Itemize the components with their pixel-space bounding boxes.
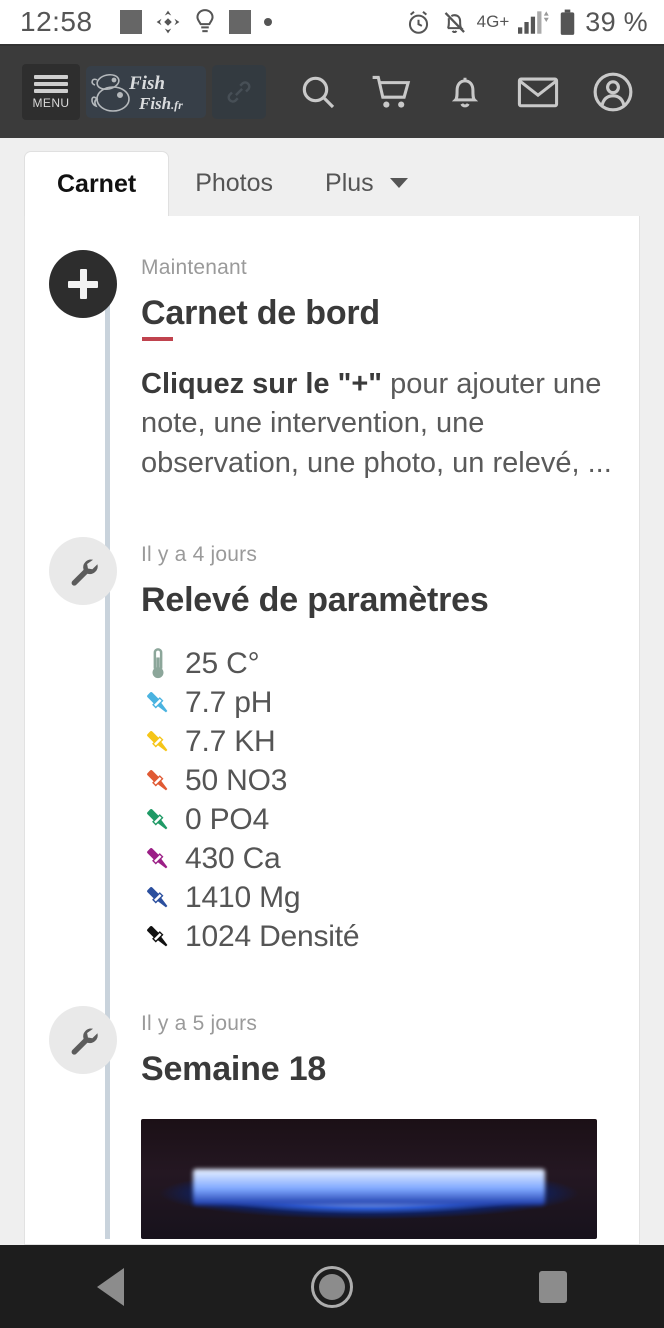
entry-title: Relevé de paramètres bbox=[141, 581, 489, 620]
bell-icon[interactable] bbox=[446, 72, 484, 112]
tab-carnet[interactable]: Carnet bbox=[24, 151, 170, 217]
plus-icon bbox=[79, 269, 87, 299]
entry-timestamp: Il y a 4 jours bbox=[141, 543, 258, 567]
square-icon bbox=[228, 10, 251, 34]
timeline-entry: Maintenant Carnet de bord Cliquez sur le… bbox=[25, 250, 639, 483]
alarm-icon bbox=[405, 9, 432, 36]
recents-icon bbox=[539, 1270, 568, 1303]
add-entry-button[interactable] bbox=[49, 250, 117, 318]
dropper-icon bbox=[141, 688, 175, 718]
parameter-value: 7.7 pH bbox=[185, 685, 273, 719]
status-bar: 12:58 4G+ 39 % bbox=[0, 0, 664, 46]
dropper-icon bbox=[141, 805, 175, 835]
timeline-entry: Il y a 4 jours Relevé de paramètres 25 C… bbox=[25, 537, 639, 956]
entry-title: Semaine 18 bbox=[141, 1050, 327, 1089]
parameter-row: 0 PO4 bbox=[141, 800, 621, 839]
parameter-row: 1024 Densité bbox=[141, 917, 621, 956]
square-icon bbox=[119, 10, 142, 34]
dot-icon bbox=[263, 18, 272, 26]
dropper-icon bbox=[141, 844, 175, 874]
back-icon bbox=[97, 1267, 125, 1306]
nav-back-button[interactable] bbox=[66, 1267, 156, 1306]
tab-bar: Carnet Photos Plus bbox=[0, 138, 664, 217]
parameter-row: 7.7 KH bbox=[141, 722, 621, 761]
timeline: Maintenant Carnet de bord Cliquez sur le… bbox=[25, 216, 639, 1240]
entry-timestamp: Maintenant bbox=[141, 256, 247, 279]
parameter-value: 0 PO4 bbox=[185, 802, 270, 836]
link-icon bbox=[227, 81, 251, 103]
nav-recents-button[interactable] bbox=[508, 1270, 598, 1303]
parameter-value: 25 C° bbox=[185, 646, 260, 680]
entry-body: Il y a 5 jours Semaine 18 bbox=[141, 1006, 621, 1240]
cart-icon[interactable] bbox=[371, 72, 413, 112]
hamburger-icon bbox=[34, 89, 68, 93]
lightbulb-icon bbox=[194, 8, 216, 36]
parameter-value: 50 NO3 bbox=[185, 763, 288, 797]
status-time: 12:58 bbox=[20, 6, 93, 37]
parameter-row: 25 C° bbox=[141, 644, 621, 683]
tab-plus-label: Plus bbox=[325, 168, 374, 197]
entry-body: Il y a 4 jours Relevé de paramètres 25 C… bbox=[141, 537, 621, 956]
parameter-value: 1024 Densité bbox=[185, 919, 360, 953]
dropper-icon bbox=[141, 883, 175, 913]
signal-icon bbox=[518, 9, 550, 35]
timeline-entry: Il y a 5 jours Semaine 18 bbox=[25, 1006, 639, 1240]
parameter-row: 7.7 pH bbox=[141, 683, 621, 722]
entry-description: Cliquez sur le "+" pour ajouter une note… bbox=[141, 365, 621, 483]
parameter-list: 25 C° 7.7 pH 7.7 KH 50 NO3 0 PO4 430 Ca … bbox=[141, 644, 621, 956]
entry-body: Maintenant Carnet de bord Cliquez sur le… bbox=[141, 250, 621, 483]
parameter-row: 50 NO3 bbox=[141, 761, 621, 800]
dropper-icon bbox=[141, 766, 175, 796]
entry-description-bold: Cliquez sur le "+" bbox=[141, 368, 383, 400]
parameter-row: 430 Ca bbox=[141, 839, 621, 878]
parameter-value: 1410 Mg bbox=[185, 880, 301, 914]
mail-icon[interactable] bbox=[517, 73, 559, 111]
bell-off-icon bbox=[441, 9, 468, 36]
search-icon[interactable] bbox=[298, 72, 338, 112]
hamburger-icon bbox=[34, 82, 68, 86]
tab-carnet-label: Carnet bbox=[57, 170, 137, 198]
hamburger-icon bbox=[34, 75, 68, 79]
carnet-panel: Maintenant Carnet de bord Cliquez sur le… bbox=[24, 216, 640, 1245]
battery-percent: 39 % bbox=[585, 6, 648, 37]
wrench-icon bbox=[71, 559, 98, 586]
status-bar-left: 12:58 bbox=[20, 6, 405, 38]
diamond-icon bbox=[155, 9, 181, 35]
account-icon[interactable] bbox=[592, 71, 634, 113]
network-type-label: 4G+ bbox=[476, 12, 510, 31]
menu-button[interactable]: MENU bbox=[22, 64, 80, 120]
site-logo[interactable]: Fish Fish.fr bbox=[86, 66, 206, 118]
dropper-icon bbox=[141, 922, 175, 952]
link-button[interactable] bbox=[212, 65, 266, 119]
wrench-icon bbox=[71, 1028, 98, 1055]
nav-home-button[interactable] bbox=[287, 1265, 377, 1308]
tab-plus[interactable]: Plus bbox=[299, 150, 434, 216]
phone-screen: 12:58 4G+ 39 % MENU Fish Fish.fr Carnet … bbox=[0, 0, 664, 1328]
parameter-value: 7.7 KH bbox=[185, 724, 276, 758]
menu-label: MENU bbox=[32, 96, 70, 110]
entry-icon-badge[interactable] bbox=[49, 537, 117, 606]
battery-icon bbox=[559, 9, 576, 36]
android-nav-bar bbox=[0, 1245, 664, 1328]
thermometer-icon bbox=[141, 647, 175, 681]
svg-text:Fish.fr: Fish.fr bbox=[138, 94, 183, 113]
content-area: Maintenant Carnet de bord Cliquez sur le… bbox=[0, 216, 664, 1245]
status-bar-right: 4G+ 39 % bbox=[405, 7, 648, 38]
dropper-icon bbox=[141, 727, 175, 757]
tab-photos-label: Photos bbox=[195, 168, 274, 197]
entry-icon-badge[interactable] bbox=[49, 1006, 117, 1075]
app-header: MENU Fish Fish.fr bbox=[0, 46, 664, 138]
chevron-down-icon bbox=[389, 178, 408, 188]
svg-text:Fish: Fish bbox=[128, 73, 165, 94]
entry-title: Carnet de bord bbox=[141, 294, 381, 341]
parameter-value: 430 Ca bbox=[185, 841, 281, 875]
entry-timestamp: Il y a 5 jours bbox=[141, 1012, 258, 1036]
home-icon bbox=[310, 1265, 353, 1308]
parameter-row: 1410 Mg bbox=[141, 878, 621, 917]
entry-photo[interactable] bbox=[141, 1119, 597, 1240]
header-icon-group bbox=[266, 71, 650, 113]
tab-photos[interactable]: Photos bbox=[169, 150, 299, 216]
